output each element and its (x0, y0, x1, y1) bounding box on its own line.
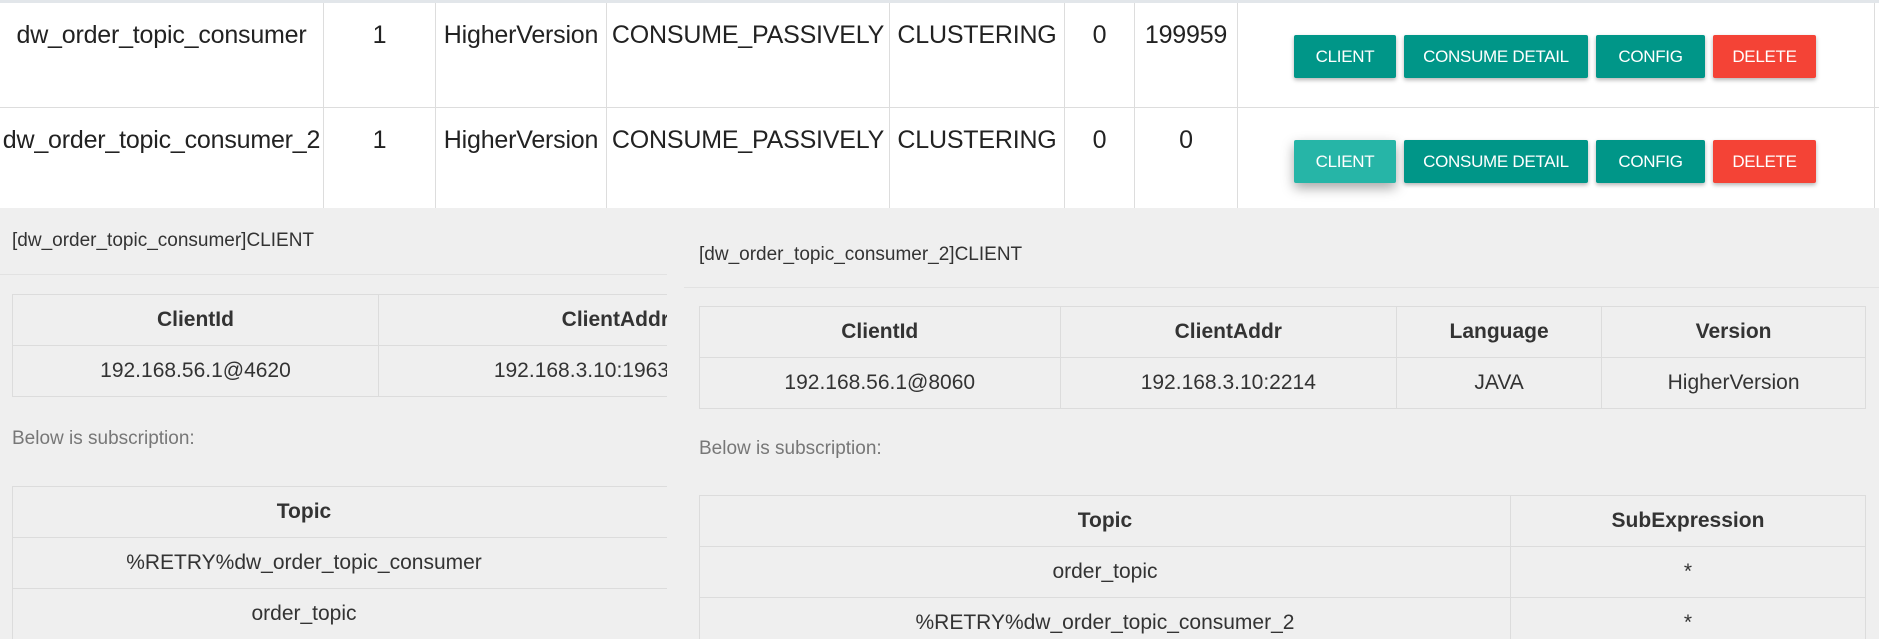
table-row: order_topic * (699, 546, 1867, 598)
client-id-cell: 192.168.56.1@4620 (12, 345, 379, 397)
table-row: dw_order_topic_consumer 1 HigherVersion … (0, 3, 1879, 107)
client-table: ClientId ClientAddr 192.168.56.1@4620 19… (12, 294, 667, 397)
diff-cell: 0 (1135, 108, 1238, 212)
consume-detail-button[interactable]: CONSUME DETAIL (1404, 35, 1588, 78)
column-header: Topic (699, 495, 1511, 547)
table-header-row: ClientId ClientAddr Language Version (699, 306, 1866, 358)
delete-button[interactable]: DELETE (1713, 140, 1816, 183)
column-header: Language (1396, 306, 1603, 358)
table-row: dw_order_topic_consumer_2 1 HigherVersio… (0, 107, 1879, 212)
config-button[interactable]: CONFIG (1596, 35, 1705, 78)
tps-cell: 0 (1065, 108, 1135, 212)
consumer-group-cell: dw_order_topic_consumer_2 (0, 108, 324, 212)
client-id-cell: 192.168.56.1@8060 (699, 357, 1061, 409)
dialog-title: [dw_order_topic_consumer_2]CLIENT (699, 244, 1023, 265)
client-button[interactable]: CLIENT (1294, 140, 1396, 183)
column-header: Version (1601, 306, 1866, 358)
topic-cell: order_topic (12, 588, 667, 639)
subscription-table: Topic %RETRY%dw_order_topic_consumer ord… (12, 486, 667, 639)
consume-type-cell: CONSUME_PASSIVELY (607, 108, 890, 212)
client-button[interactable]: CLIENT (1294, 35, 1396, 78)
client-addr-cell: 192.168.3.10:1963 (377, 345, 667, 397)
title-divider (0, 274, 667, 275)
table-header-row: Topic SubExpression (699, 495, 1867, 547)
message-model-cell: CLUSTERING (890, 108, 1065, 212)
sub-expression-cell: * (1509, 546, 1867, 598)
consumer-group-cell: dw_order_topic_consumer (0, 3, 324, 107)
dialog-title: [dw_order_topic_consumer]CLIENT (12, 230, 315, 251)
message-model-cell: CLUSTERING (890, 3, 1065, 107)
client-addr-cell: 192.168.3.10:2214 (1059, 357, 1398, 409)
table-row: order_topic (12, 588, 667, 639)
quantity-cell: 1 (324, 108, 436, 212)
diff-cell: 199959 (1135, 3, 1238, 107)
subscription-label: Below is subscription: (699, 438, 882, 459)
language-cell: JAVA (1396, 357, 1603, 409)
subscription-label: Below is subscription: (12, 428, 195, 449)
delete-button[interactable]: DELETE (1713, 35, 1816, 78)
topic-cell: order_topic (699, 546, 1511, 598)
quantity-cell: 1 (324, 3, 436, 107)
sub-expression-cell: * (1509, 597, 1867, 639)
subscription-table: Topic SubExpression order_topic * %RETRY… (699, 495, 1867, 639)
client-dialog-consumer: [dw_order_topic_consumer]CLIENT ClientId… (0, 208, 667, 639)
tps-cell: 0 (1065, 3, 1135, 107)
table-row: 192.168.56.1@8060 192.168.3.10:2214 JAVA… (699, 357, 1866, 409)
column-header: ClientId (12, 294, 379, 346)
config-button[interactable]: CONFIG (1596, 140, 1705, 183)
table-header-row: Topic (12, 486, 667, 538)
client-table: ClientId ClientAddr Language Version 192… (699, 306, 1866, 409)
title-divider (684, 287, 1879, 288)
version-cell: HigherVersion (1601, 357, 1866, 409)
topic-cell: %RETRY%dw_order_topic_consumer (12, 537, 667, 589)
consumer-table: dw_order_topic_consumer 1 HigherVersion … (0, 0, 1879, 212)
column-header: ClientId (699, 306, 1061, 358)
client-dialog-consumer-2: [dw_order_topic_consumer_2]CLIENT Client… (684, 208, 1879, 639)
topic-cell: %RETRY%dw_order_topic_consumer_2 (699, 597, 1511, 639)
column-header: Topic (12, 486, 667, 538)
table-row: %RETRY%dw_order_topic_consumer_2 * (699, 597, 1867, 639)
table-row: %RETRY%dw_order_topic_consumer (12, 537, 667, 589)
column-header: ClientAddr (377, 294, 667, 346)
column-header: ClientAddr (1059, 306, 1398, 358)
table-header-row: ClientId ClientAddr (12, 294, 667, 346)
consume-detail-button[interactable]: CONSUME DETAIL (1404, 140, 1588, 183)
table-row: 192.168.56.1@4620 192.168.3.10:1963 (12, 345, 667, 397)
column-header: SubExpression (1509, 495, 1867, 547)
consume-type-cell: CONSUME_PASSIVELY (607, 3, 890, 107)
version-cell: HigherVersion (436, 108, 607, 212)
version-cell: HigherVersion (436, 3, 607, 107)
